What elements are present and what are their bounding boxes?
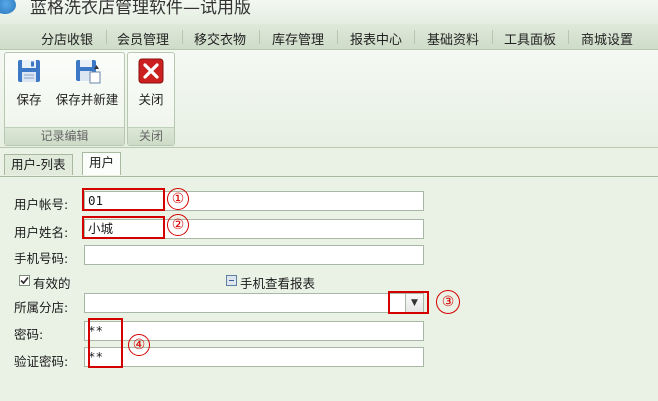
ribbon: 保存 保存并新建 记录编辑 关闭 关闭 (0, 50, 658, 148)
tab-user[interactable]: 用户 (82, 152, 122, 175)
tab-user-list[interactable]: 用户-列表 (4, 154, 73, 175)
save-and-new-button[interactable]: 保存并新建 (54, 57, 120, 108)
tab-strip: 用户-列表 用户 (0, 152, 658, 177)
mobile-report-label: 手机查看报表 (240, 276, 316, 291)
close-button[interactable]: 关闭 (133, 57, 169, 108)
valid-checkbox[interactable] (19, 275, 30, 286)
user-form: 用户帐号: 01 ① 用户姓名: 小城 ② 手机号码: 有效的 手机查看报表 所… (0, 177, 658, 401)
menu-members[interactable]: 会员管理 (117, 29, 169, 48)
menu-cashier[interactable]: 分店收银 (41, 29, 93, 48)
group-label-record-edit: 记录编辑 (5, 127, 124, 145)
menu-basic-data[interactable]: 基础资料 (427, 29, 479, 48)
title-bar: 蓝格洗衣店管理软件—试用版 (0, 0, 658, 24)
phone-input[interactable] (84, 245, 424, 265)
account-label: 用户帐号: (14, 197, 69, 212)
confirm-password-label: 验证密码: (14, 354, 69, 369)
branch-select[interactable] (84, 293, 424, 313)
password-label: 密码: (14, 327, 44, 342)
mobile-report-checkbox[interactable] (226, 275, 237, 286)
name-label: 用户姓名: (14, 225, 69, 240)
annotation-3: ③ (436, 290, 460, 314)
branch-label: 所属分店: (14, 300, 69, 315)
window-title: 蓝格洗衣店管理软件—试用版 (30, 0, 251, 18)
annotation-1: ① (167, 188, 189, 210)
save-and-new-label: 保存并新建 (55, 92, 119, 107)
close-label: 关闭 (138, 92, 164, 107)
menu-transfer-clothes[interactable]: 移交衣物 (194, 29, 246, 48)
menu-tools[interactable]: 工具面板 (504, 29, 556, 48)
ribbon-group-close: 关闭 关闭 (127, 52, 175, 146)
app-logo-icon (0, 0, 16, 14)
highlight-account (82, 188, 165, 211)
save-label: 保存 (16, 92, 42, 107)
check-icon (20, 276, 29, 285)
phone-label: 手机号码: (14, 251, 69, 266)
close-icon (138, 58, 164, 84)
save-and-new-icon (76, 60, 101, 84)
save-button[interactable]: 保存 (11, 57, 47, 108)
group-label-close: 关闭 (128, 127, 174, 145)
highlight-passwords (88, 318, 123, 368)
menu-bar: 分店收银 会员管理 移交衣物 库存管理 报表中心 基础资料 工具面板 商城设置 (0, 24, 658, 50)
annotation-2: ② (167, 214, 189, 236)
annotation-4: ④ (128, 334, 150, 356)
valid-label: 有效的 (33, 276, 71, 291)
highlight-branch-dropdown (388, 291, 429, 314)
menu-reports[interactable]: 报表中心 (350, 29, 402, 48)
menu-inventory[interactable]: 库存管理 (272, 29, 324, 48)
menu-mall-settings[interactable]: 商城设置 (581, 29, 633, 48)
highlight-name (82, 216, 165, 239)
floppy-disk-icon (18, 60, 40, 82)
ribbon-group-record-edit: 保存 保存并新建 记录编辑 (4, 52, 125, 146)
